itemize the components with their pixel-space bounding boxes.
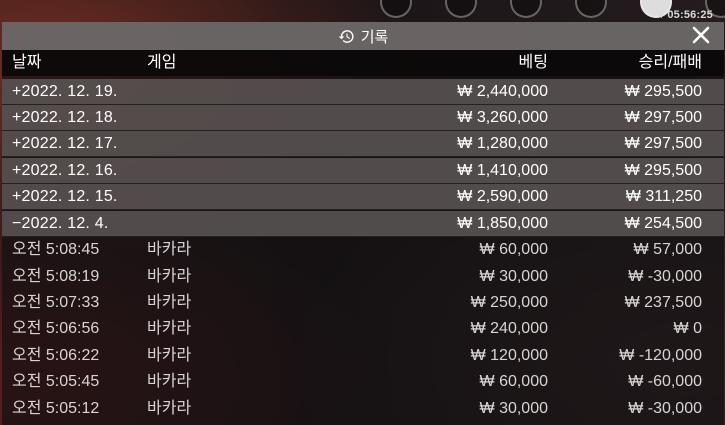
round-game: 바카라 [147, 400, 192, 417]
round-time: 오전 5:08:19 [12, 268, 100, 285]
round-game: 바카라 [147, 320, 192, 337]
round-winloss: ₩ -120,000 [619, 347, 702, 364]
round-winloss: ₩ 237,500 [624, 294, 702, 311]
round-bet: ₩ 60,000 [479, 373, 548, 390]
round-bet: ₩ 30,000 [479, 268, 548, 285]
close-button[interactable] [690, 24, 712, 46]
history-title: 기록 [360, 28, 389, 46]
summary-winloss: ₩ 295,500 [624, 162, 702, 179]
date-summary-row[interactable]: +2022. 12. 17. ₩ 1,280,000 ₩ 297,500 [2, 131, 724, 157]
round-row[interactable]: 오전 5:06:22 바카라 ₩ 120,000 ₩ -120,000 [2, 343, 724, 369]
round-row[interactable]: 오전 5:08:45 바카라 ₩ 60,000 ₩ 57,000 [2, 237, 724, 263]
summary-bet: ₩ 1,410,000 [457, 162, 548, 179]
summary-date: +2022. 12. 18. [12, 109, 118, 126]
summary-winloss: ₩ 297,500 [624, 135, 702, 152]
round-game: 바카라 [147, 241, 192, 258]
round-game: 바카라 [147, 268, 192, 285]
date-summary-row[interactable]: +2022. 12. 15. ₩ 2,590,000 ₩ 311,250 [2, 184, 724, 210]
round-time: 오전 5:05:12 [12, 400, 100, 417]
round-winloss: ₩ -30,000 [628, 400, 702, 417]
date-summary-row-expanded[interactable]: −2022. 12. 4. ₩ 1,850,000 ₩ 254,500 [2, 211, 724, 237]
summary-winloss: ₩ 254,500 [624, 215, 702, 232]
column-header-game[interactable]: 게임 [147, 50, 176, 76]
round-winloss: ₩ 0 [673, 320, 702, 337]
date-summary-row[interactable]: +2022. 12. 18. ₩ 3,260,000 ₩ 297,500 [2, 105, 724, 131]
summary-winloss: ₩ 295,500 [624, 83, 702, 100]
indicator-dot [445, 0, 477, 18]
round-game: 바카라 [147, 347, 192, 364]
column-header-winloss[interactable]: 승리/패배 [639, 50, 702, 76]
indicator-dot [510, 0, 542, 18]
indicator-dot [575, 0, 607, 18]
round-row[interactable]: 오전 5:05:12 바카라 ₩ 30,000 ₩ -30,000 [2, 396, 724, 422]
round-bet: ₩ 30,000 [479, 400, 548, 417]
history-icon [338, 29, 354, 43]
summary-bet: ₩ 1,850,000 [457, 215, 548, 232]
history-panel: 기록 날짜 게임 베팅 승리/패배 +2022. 12. 19. ₩ 2,440… [2, 22, 724, 425]
round-bet: ₩ 120,000 [470, 347, 548, 364]
round-winloss: ₩ -30,000 [628, 268, 702, 285]
round-time: 오전 5:07:33 [12, 294, 100, 311]
summary-date: +2022. 12. 19. [12, 83, 118, 100]
column-header-bet[interactable]: 베팅 [519, 50, 548, 76]
round-game: 바카라 [147, 294, 192, 311]
date-summary-row[interactable]: +2022. 12. 16. ₩ 1,410,000 ₩ 295,500 [2, 158, 724, 184]
round-game: 바카라 [147, 373, 192, 390]
round-time: 오전 5:06:56 [12, 320, 100, 337]
summary-date: +2022. 12. 17. [12, 135, 118, 152]
round-row[interactable]: 오전 5:07:33 바카라 ₩ 250,000 ₩ 237,500 [2, 290, 724, 316]
game-clock: # 05:56:25 [657, 9, 713, 21]
summary-date: −2022. 12. 4. [12, 215, 109, 232]
indicator-dot [380, 0, 412, 18]
history-titlebar: 기록 [2, 22, 724, 50]
date-summary-row[interactable]: +2022. 12. 19. ₩ 2,440,000 ₩ 295,500 [2, 79, 724, 105]
summary-bet: ₩ 2,590,000 [457, 188, 548, 205]
round-time: 오전 5:06:22 [12, 347, 100, 364]
table-header: 날짜 게임 베팅 승리/패배 [2, 50, 724, 76]
round-winloss: ₩ 57,000 [633, 241, 702, 258]
summary-date: +2022. 12. 16. [12, 162, 118, 179]
round-bet: ₩ 240,000 [470, 320, 548, 337]
summary-bet: ₩ 2,440,000 [457, 83, 548, 100]
close-icon [692, 26, 710, 44]
column-header-date[interactable]: 날짜 [12, 50, 41, 76]
round-row[interactable]: 오전 5:06:56 바카라 ₩ 240,000 ₩ 0 [2, 316, 724, 342]
summary-bet: ₩ 3,260,000 [457, 109, 548, 126]
summary-winloss: ₩ 297,500 [624, 109, 702, 126]
round-bet: ₩ 60,000 [479, 241, 548, 258]
round-row[interactable]: 오전 5:08:19 바카라 ₩ 30,000 ₩ -30,000 [2, 264, 724, 290]
round-winloss: ₩ -60,000 [628, 373, 702, 390]
round-time: 오전 5:08:45 [12, 241, 100, 258]
round-time: 오전 5:05:45 [12, 373, 100, 390]
summary-date: +2022. 12. 15. [12, 188, 118, 205]
summary-bet: ₩ 1,280,000 [457, 135, 548, 152]
round-row[interactable]: 오전 5:05:45 바카라 ₩ 60,000 ₩ -60,000 [2, 369, 724, 395]
summary-winloss: ₩ 311,250 [625, 188, 702, 205]
round-bet: ₩ 250,000 [470, 294, 548, 311]
